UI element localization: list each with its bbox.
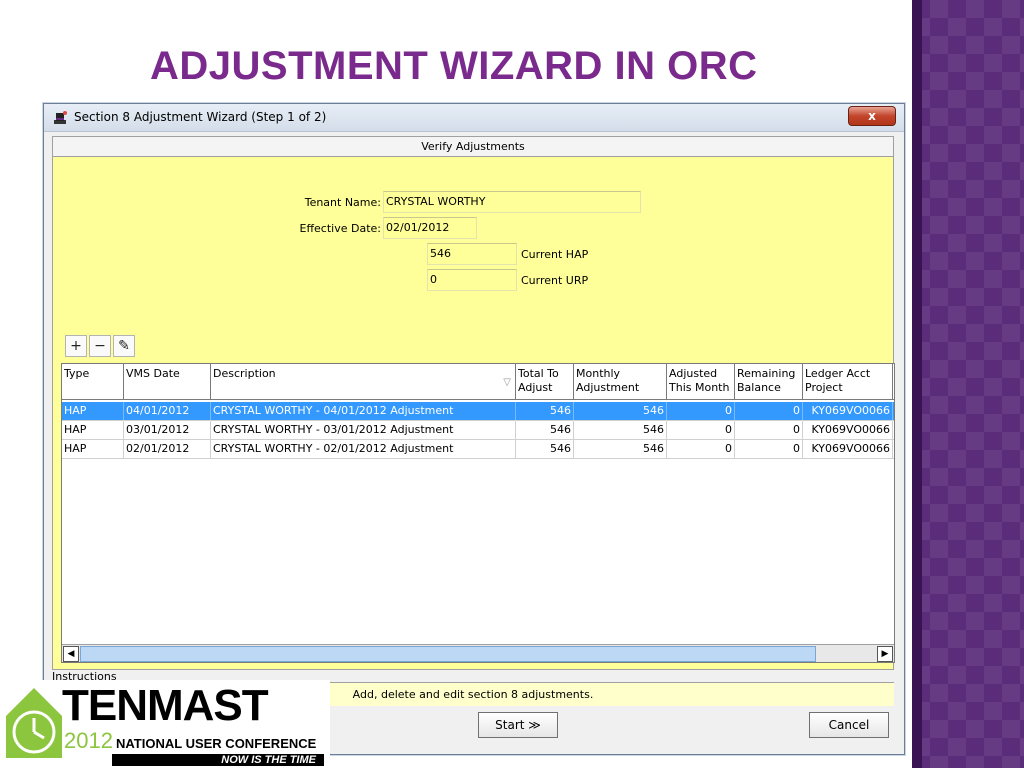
- arrow-right-icon: ▶: [881, 649, 889, 659]
- col-adjusted-this-month[interactable]: Adjusted This Month: [667, 364, 735, 400]
- cell-vms-date: 03/01/2012: [124, 421, 211, 440]
- cell-type: HAP: [62, 402, 124, 421]
- wizard-hat-icon: [54, 111, 67, 124]
- logo-tagline: NOW IS THE TIME: [112, 754, 324, 766]
- cell-vms-date: 04/01/2012: [124, 402, 211, 421]
- add-button[interactable]: +: [65, 335, 87, 357]
- logo-wordmark: TENMAST: [62, 681, 269, 730]
- cell-type: HAP: [62, 440, 124, 459]
- col-monthly-adjustment[interactable]: Monthly Adjustment: [574, 364, 667, 400]
- scroll-left-button[interactable]: ◀: [63, 646, 79, 662]
- current-urp-label: Current URP: [521, 274, 589, 287]
- col-remaining-balance[interactable]: Remaining Balance: [735, 364, 803, 400]
- pencil-icon: ✎: [118, 338, 130, 354]
- grid-toolbar: + − ✎: [61, 331, 145, 359]
- table-row[interactable]: HAP 02/01/2012 CRYSTAL WORTHY - 02/01/20…: [62, 440, 894, 459]
- logo-year: 2012: [64, 728, 113, 753]
- tenant-name-field[interactable]: CRYSTAL WORTHY: [383, 191, 641, 213]
- cell-ledger: KY069VO0066: [803, 402, 893, 421]
- cell-ledger: KY069VO0066: [803, 440, 893, 459]
- cell-adjusted: 0: [667, 402, 735, 421]
- clock-emblem-icon: [6, 688, 62, 758]
- cell-monthly: 546: [574, 440, 667, 459]
- cell-total: 546: [516, 440, 574, 459]
- cell-vms-date: 02/01/2012: [124, 440, 211, 459]
- col-description[interactable]: Description ▽: [211, 364, 516, 400]
- col-description-label: Description: [213, 367, 276, 380]
- cell-monthly: 546: [574, 402, 667, 421]
- cell-total: 546: [516, 402, 574, 421]
- sort-down-icon: ▽: [503, 377, 511, 388]
- verify-panel: Verify Adjustments Tenant Name: CRYSTAL …: [52, 136, 895, 670]
- cell-remaining: 0: [735, 440, 803, 459]
- arrow-left-icon: ◀: [67, 649, 75, 659]
- cell-remaining: 0: [735, 421, 803, 440]
- tenant-name-label: Tenant Name:: [304, 196, 381, 209]
- cell-description: CRYSTAL WORTHY - 03/01/2012 Adjustment: [211, 421, 516, 440]
- horizontal-scrollbar[interactable]: ◀ ▶: [62, 644, 894, 662]
- cell-adjusted: 0: [667, 440, 735, 459]
- effective-date-label: Effective Date:: [299, 222, 382, 235]
- decorative-side-band: [912, 0, 1024, 768]
- current-hap-label: Current HAP: [521, 248, 589, 261]
- plus-icon: +: [70, 338, 82, 354]
- wizard-window: Section 8 Adjustment Wizard (Step 1 of 2…: [43, 103, 905, 755]
- remove-button[interactable]: −: [89, 335, 111, 357]
- close-icon: x: [868, 109, 876, 123]
- close-button[interactable]: x: [848, 106, 896, 126]
- col-type[interactable]: Type: [62, 364, 124, 400]
- cell-adjusted: 0: [667, 421, 735, 440]
- cell-monthly: 546: [574, 421, 667, 440]
- cell-description: CRYSTAL WORTHY - 04/01/2012 Adjustment: [211, 402, 516, 421]
- slide-title: ADJUSTMENT WIZARD IN ORC: [150, 44, 758, 88]
- decorative-strip: [912, 0, 922, 768]
- conference-logo: TENMAST 2012 NATIONAL USER CONFERENCE NO…: [0, 680, 330, 766]
- current-hap-field[interactable]: 546: [427, 243, 517, 265]
- col-vms-date[interactable]: VMS Date: [124, 364, 211, 400]
- grid-header: Type VMS Date Description ▽ Total To Adj…: [62, 364, 894, 400]
- col-ledger-acct-project[interactable]: Ledger Acct Project: [803, 364, 893, 400]
- start-button[interactable]: Start ≫: [478, 712, 558, 738]
- cell-ledger: KY069VO0066: [803, 421, 893, 440]
- cell-type: HAP: [62, 421, 124, 440]
- window-title: Section 8 Adjustment Wizard (Step 1 of 2…: [74, 110, 327, 124]
- cell-description: CRYSTAL WORTHY - 02/01/2012 Adjustment: [211, 440, 516, 459]
- adjustments-grid[interactable]: Type VMS Date Description ▽ Total To Adj…: [61, 363, 895, 663]
- current-urp-field[interactable]: 0: [427, 269, 517, 291]
- table-row[interactable]: HAP 03/01/2012 CRYSTAL WORTHY - 03/01/20…: [62, 421, 894, 440]
- minus-icon: −: [94, 338, 106, 354]
- effective-date-field[interactable]: 02/01/2012: [383, 217, 477, 239]
- window-titlebar[interactable]: Section 8 Adjustment Wizard (Step 1 of 2…: [44, 104, 904, 132]
- scroll-right-button[interactable]: ▶: [877, 646, 893, 662]
- cell-remaining: 0: [735, 402, 803, 421]
- cell-total: 546: [516, 421, 574, 440]
- table-row[interactable]: HAP 04/01/2012 CRYSTAL WORTHY - 04/01/20…: [62, 402, 894, 421]
- section-header: Verify Adjustments: [53, 137, 893, 157]
- scroll-thumb[interactable]: [80, 646, 816, 662]
- cancel-button[interactable]: Cancel: [809, 712, 889, 738]
- col-total-to-adjust[interactable]: Total To Adjust: [516, 364, 574, 400]
- logo-conference: NATIONAL USER CONFERENCE: [116, 736, 317, 751]
- edit-button[interactable]: ✎: [113, 335, 135, 357]
